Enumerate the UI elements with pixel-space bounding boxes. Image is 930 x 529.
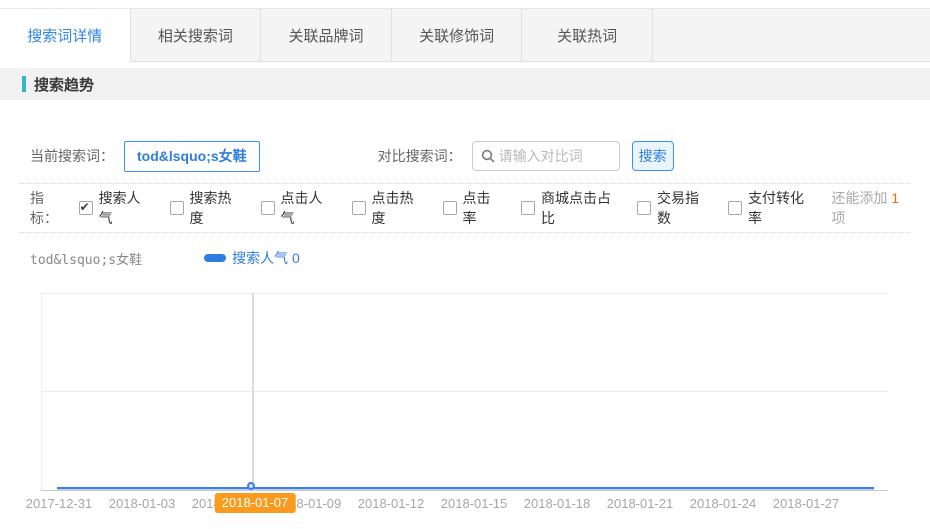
x-tick-label: 2018-01-24	[690, 496, 757, 511]
x-tick-label: 2018-01-21	[607, 496, 674, 511]
checkbox-icon[interactable]	[443, 201, 457, 215]
tab-关联修饰词[interactable]: 关联修饰词	[392, 9, 523, 62]
legend-row: tod&lsquo;s女鞋 搜索人气 0	[30, 238, 930, 278]
tab-相关搜索词[interactable]: 相关搜索词	[131, 9, 262, 62]
x-axis-line	[41, 490, 888, 491]
metrics-label: 指标：	[30, 188, 69, 228]
x-tick-label: 2018-01-12	[358, 496, 425, 511]
metric-checkbox-搜索热度[interactable]: 搜索热度	[170, 188, 238, 228]
search-icon	[481, 149, 495, 163]
metric-checkbox-商城点击占比[interactable]: 商城点击占比	[521, 188, 614, 228]
metrics-list: 搜索人气 搜索热度 点击人气 点击热度 点击率 商城点击占比 交易指数 支付转化率	[79, 188, 832, 228]
metric-checkbox-点击人气[interactable]: 点击人气	[261, 188, 329, 228]
legend-series-marker[interactable]	[204, 254, 226, 262]
current-keyword-value: tod&lsquo;s女鞋	[124, 141, 260, 172]
metric-label: 点击人气	[281, 188, 329, 228]
x-tick-label: 2017-12-31	[26, 496, 93, 511]
metric-label: 搜索人气	[99, 188, 147, 228]
highlight-point	[247, 482, 255, 490]
checkbox-icon[interactable]	[170, 201, 184, 215]
tab-strip-filler	[653, 9, 930, 62]
compare-keyword-input[interactable]	[499, 148, 599, 164]
metric-checkbox-点击热度[interactable]: 点击热度	[352, 188, 420, 228]
legend-series-label[interactable]: 搜索人气 0	[232, 248, 300, 268]
tab-关联品牌词[interactable]: 关联品牌词	[261, 9, 392, 62]
checkbox-icon[interactable]	[261, 201, 275, 215]
metric-label: 商城点击占比	[541, 188, 614, 228]
x-tick-label: 2018-01-27	[773, 496, 840, 511]
tab-strip: 搜索词详情相关搜索词关联品牌词关联修饰词关联热词	[0, 8, 930, 62]
series-line	[57, 487, 874, 489]
checkbox-checked-icon[interactable]	[79, 201, 93, 215]
x-tick-label: 2018-01-15	[441, 496, 508, 511]
add-more-prefix: 还能添加	[831, 190, 887, 206]
y-axis-line	[41, 293, 42, 490]
metric-checkbox-交易指数[interactable]: 交易指数	[637, 188, 705, 228]
tab-关联热词[interactable]: 关联热词	[522, 9, 653, 62]
checkbox-icon[interactable]	[521, 201, 535, 215]
checkbox-icon[interactable]	[728, 201, 742, 215]
section-header: 搜索趋势	[0, 68, 930, 100]
x-tick-label: 2018-01-18	[524, 496, 591, 511]
trend-chart[interactable]: 2017-12-312018-01-032018-01-062018-01-09…	[0, 278, 930, 517]
metrics-row: 指标： 搜索人气 搜索热度 点击人气 点击热度 点击率 商城点击占比 交易指数 支付转化率 还…	[0, 184, 930, 232]
metric-checkbox-搜索人气[interactable]: 搜索人气	[79, 188, 147, 228]
search-button[interactable]: 搜索	[632, 141, 674, 171]
section-title: 搜索趋势	[34, 74, 94, 95]
metric-label: 支付转化率	[748, 188, 809, 228]
checkbox-icon[interactable]	[352, 201, 366, 215]
metric-label: 点击热度	[372, 188, 420, 228]
axis-pointer-tooltip: 2018-01-07	[215, 493, 296, 513]
section-accent-bar	[22, 76, 26, 92]
x-tick-label: 2018-01-03	[109, 496, 176, 511]
compare-input-wrap	[472, 141, 620, 171]
checkbox-icon[interactable]	[637, 201, 651, 215]
add-more-suffix: 项	[831, 210, 845, 226]
gridline	[41, 293, 888, 294]
add-more-hint: 还能添加 1 项	[831, 188, 910, 228]
compare-keyword-label: 对比搜索词：	[378, 146, 462, 166]
metric-label: 交易指数	[657, 188, 705, 228]
current-keyword-label: 当前搜索词：	[30, 146, 114, 166]
metric-label: 点击率	[463, 188, 498, 228]
metric-checkbox-点击率[interactable]: 点击率	[443, 188, 498, 228]
crosshair-line	[252, 293, 254, 487]
metric-label: 搜索热度	[190, 188, 238, 228]
gridline	[41, 391, 888, 392]
add-more-count: 1	[891, 190, 899, 206]
query-row: 当前搜索词： tod&lsquo;s女鞋 对比搜索词： 搜索	[30, 140, 930, 172]
legend-keyword: tod&lsquo;s女鞋	[30, 249, 142, 268]
divider	[20, 232, 910, 233]
tab-搜索词详情[interactable]: 搜索词详情	[0, 9, 131, 62]
metric-checkbox-支付转化率[interactable]: 支付转化率	[728, 188, 809, 228]
